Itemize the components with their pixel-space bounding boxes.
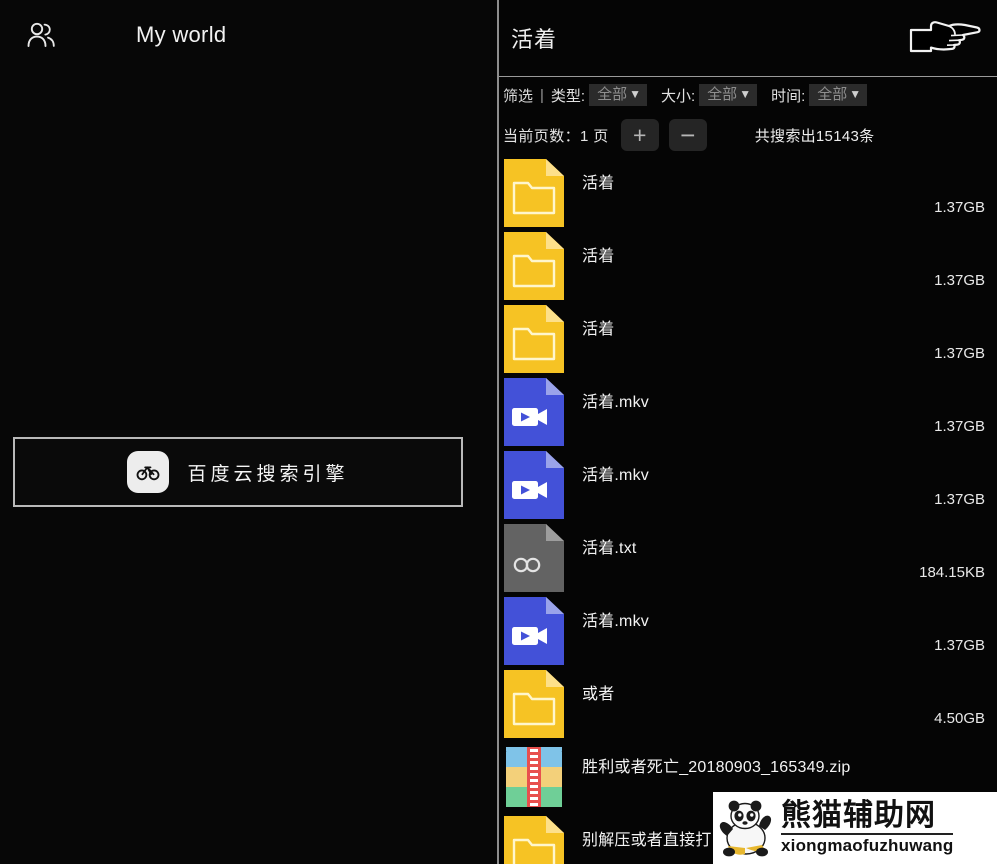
file-size: 1.37GB <box>934 637 985 654</box>
folder-icon <box>504 232 564 300</box>
baidu-cloud-search-label: 百度云搜索引擎 <box>187 463 349 485</box>
chevron-down-icon: ▼ <box>629 86 641 101</box>
next-page-button[interactable]: + <box>620 119 659 151</box>
text-file-icon <box>504 524 564 592</box>
file-list-item[interactable]: 活着.mkv 1.37GB <box>504 595 997 668</box>
file-size: 1.37GB <box>934 418 985 435</box>
watermark-cn-label: 熊猫辅助网 <box>781 798 936 834</box>
people-icon[interactable] <box>24 18 58 52</box>
baidu-cloud-search-button[interactable]: 百度云搜索引擎 <box>13 437 463 507</box>
file-list-item[interactable]: 活着 1.37GB <box>504 230 997 303</box>
filter-time-value: 全部 <box>817 85 848 103</box>
panda-mascot-icon <box>715 796 777 860</box>
file-list-item[interactable]: 活着.txt 184.15KB <box>504 522 997 595</box>
baidu-yun-icon <box>127 451 170 493</box>
filter-type-label: 类型: <box>550 87 586 105</box>
watermark-overlay: 熊猫辅助网 xiongmaofuzhuwang <box>713 792 997 864</box>
filter-group-size: 大小: 全部 ▼ <box>661 83 758 107</box>
folder-icon <box>504 305 564 373</box>
file-list-item[interactable]: 活着 1.37GB <box>504 157 997 230</box>
filter-separator: | <box>540 86 544 104</box>
file-name: 活着.txt <box>582 540 637 557</box>
filter-size-value: 全部 <box>707 85 738 103</box>
file-size: 4.50GB <box>934 710 985 727</box>
watermark-en-label: xiongmaofuzhuwang <box>781 832 954 856</box>
file-name: 活着 <box>582 175 615 192</box>
folder-icon <box>504 159 564 227</box>
filter-bar: 筛选 | 类型: 全部 ▼ 大小: 全部 ▼ 时间: 全部 ▼ <box>499 77 997 113</box>
file-list-item[interactable]: 或者 4.50GB <box>504 668 997 741</box>
file-name: 活着 <box>582 248 615 265</box>
file-size: 1.37GB <box>934 345 985 362</box>
video-file-icon <box>504 597 564 665</box>
filter-type-dropdown[interactable]: 全部 ▼ <box>589 83 647 107</box>
right-panel: 活着 筛选 | 类型: 全部 ▼ 大小: 全部 ▼ 时间: 全部 ▼ 当前页数：… <box>497 0 997 864</box>
file-name: 活着.mkv <box>582 467 649 484</box>
file-name: 别解压或者直接打 <box>582 832 712 849</box>
file-list-item[interactable]: 活着 1.37GB <box>504 303 997 376</box>
watermark-text: 熊猫辅助网 xiongmaofuzhuwang <box>781 798 954 856</box>
filter-time-dropdown[interactable]: 全部 ▼ <box>809 83 868 107</box>
left-header: My world <box>0 0 497 70</box>
file-name: 活着.mkv <box>582 394 649 411</box>
search-result-header: 活着 <box>499 0 997 77</box>
app-root: My world 百度云搜索引擎 活着 筛选 | 类型: 全部 ▼ 大小: 全部… <box>0 0 997 864</box>
video-file-icon <box>504 451 564 519</box>
file-list: 活着 1.37GB 活着 1.37GB 活着 1.37GB 活着.mkv 1.3… <box>499 157 997 864</box>
file-size: 1.37GB <box>934 272 985 289</box>
result-count-label: 共搜索出15143条 <box>754 127 875 145</box>
chevron-down-icon: ▼ <box>849 86 862 101</box>
folder-icon <box>504 670 564 738</box>
filter-time-label: 时间: <box>771 87 806 105</box>
chevron-down-icon: ▼ <box>739 86 752 101</box>
folder-icon <box>504 816 564 864</box>
filter-size-dropdown[interactable]: 全部 ▼ <box>699 83 758 107</box>
filter-group-time: 时间: 全部 ▼ <box>771 83 868 107</box>
page-title: My world <box>136 22 227 47</box>
file-list-item[interactable]: 活着.mkv 1.37GB <box>504 376 997 449</box>
video-file-icon <box>504 378 564 446</box>
file-size: 1.37GB <box>934 199 985 216</box>
current-page-label: 当前页数：1 页 <box>503 127 609 145</box>
previous-page-button[interactable]: − <box>668 119 707 151</box>
file-name: 或者 <box>582 686 615 703</box>
file-name: 胜利或者死亡_20180903_165349.zip <box>582 759 851 776</box>
pagination-bar: 当前页数：1 页 + − 共搜索出15143条 <box>499 113 997 157</box>
pointing-hand-icon[interactable] <box>907 18 983 58</box>
filter-type-value: 全部 <box>597 85 628 103</box>
filter-group-type: 类型: 全部 ▼ <box>550 83 647 107</box>
search-query-text: 活着 <box>511 27 558 52</box>
file-name: 活着 <box>582 321 615 338</box>
file-size: 1.37GB <box>934 491 985 508</box>
filter-size-label: 大小: <box>661 87 696 105</box>
left-panel: My world 百度云搜索引擎 <box>0 0 497 864</box>
file-name: 活着.mkv <box>582 613 649 630</box>
filter-bar-label: 筛选 <box>503 87 534 105</box>
zip-file-icon <box>504 743 564 811</box>
file-list-item[interactable]: 活着.mkv 1.37GB <box>504 449 997 522</box>
file-size: 184.15KB <box>919 564 985 581</box>
